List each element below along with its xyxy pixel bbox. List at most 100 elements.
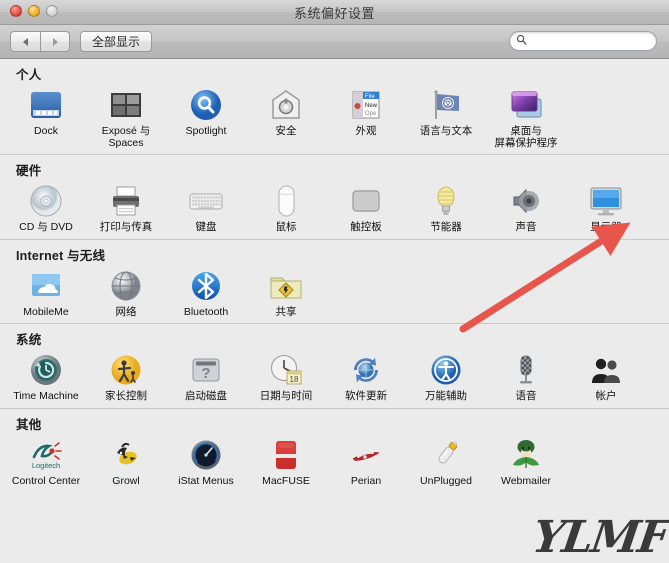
pref-pane-logitech-control-center[interactable]: Logitech Control Center: [6, 434, 86, 488]
pref-pane-sharing[interactable]: 共享: [246, 265, 326, 319]
pref-pane-keyboard[interactable]: 键盘: [166, 180, 246, 234]
pref-pane-label: 桌面与 屏幕保护程序: [486, 125, 566, 149]
pref-pane-webmailer[interactable]: Webmailer: [486, 434, 566, 488]
pref-pane-spotlight[interactable]: Spotlight: [166, 84, 246, 149]
svg-text:文: 文: [445, 99, 452, 108]
section-heading: Internet 与无线: [16, 248, 106, 263]
window-title: 系统偏好设置: [293, 6, 375, 21]
pref-pane-mouse[interactable]: 鼠标: [246, 180, 326, 234]
swiss-knife-icon: [348, 437, 384, 473]
svg-text:18: 18: [290, 375, 299, 384]
pref-pane-label: 打印与传真: [99, 221, 153, 233]
pref-pane-label: Time Machine: [13, 390, 79, 402]
pref-pane-displays[interactable]: 显示器: [566, 180, 646, 234]
toolbar: 全部显示: [0, 25, 669, 59]
pref-pane-perian[interactable]: Perian: [326, 434, 406, 488]
pref-pane-accounts[interactable]: 帐户: [566, 349, 646, 403]
display-icon: [588, 183, 624, 219]
pref-pane-bluetooth[interactable]: Bluetooth: [166, 265, 246, 319]
svg-text:File: File: [365, 94, 375, 100]
accessibility-icon: [428, 352, 464, 388]
pref-pane-network[interactable]: 网络: [86, 265, 166, 319]
pref-pane-sound[interactable]: 声音: [486, 180, 566, 234]
pref-pane-label: Bluetooth: [183, 305, 229, 318]
pref-pane-date-time[interactable]: 18 日期与时间: [246, 349, 326, 403]
pref-pane-software-update[interactable]: 软件更新: [326, 349, 406, 403]
pref-pane-label: 安全: [275, 125, 297, 137]
pref-pane-label: 启动磁盘: [185, 390, 227, 402]
search-input[interactable]: [531, 33, 641, 49]
pref-pane-label: Perian: [350, 474, 382, 487]
preferences-content: 个人 Dock Exposé 与 Spaces Spotlight 安全 File New Op…: [0, 59, 669, 562]
mouse-icon: [268, 183, 304, 219]
section-other: 其他 Logitech Control Center Growl iStat Menus…: [0, 407, 669, 493]
pref-pane-label: MacFUSE: [262, 474, 310, 487]
pref-pane-label: 帐户: [595, 390, 617, 402]
pref-pane-parental-controls[interactable]: 家长控制: [86, 349, 166, 403]
pref-pane-appearance[interactable]: File New Ope 外观: [326, 84, 406, 149]
microphone-icon: [508, 352, 544, 388]
pref-pane-label: 日期与时间: [259, 390, 313, 402]
spotlight-icon: [188, 87, 224, 123]
pref-pane-print-fax[interactable]: 打印与传真: [86, 180, 166, 234]
pref-pane-label: 节能器: [430, 221, 462, 233]
section-internet-wireless: Internet 与无线 MobileMe 网络 Bluetooth 共享: [0, 238, 669, 324]
accounts-icon: [588, 352, 624, 388]
section-grid: Dock Exposé 与 Spaces Spotlight 安全 File New Ope 外…: [0, 84, 669, 154]
speaker-icon: [508, 183, 544, 219]
search-area: [509, 31, 657, 51]
pref-pane-label: Control Center: [11, 474, 81, 487]
section-grid: Time Machine 家长控制? 启动磁盘 18 日期与时间 软件更新 万能辅助 语音 帐户: [0, 349, 669, 408]
pref-pane-expose-spaces[interactable]: Exposé 与 Spaces: [86, 84, 166, 149]
pref-pane-trackpad[interactable]: 触控板: [326, 180, 406, 234]
pref-pane-macfuse[interactable]: MacFUSE: [246, 434, 326, 488]
back-button[interactable]: [10, 31, 40, 52]
pref-pane-istat-menus[interactable]: iStat Menus: [166, 434, 246, 488]
pref-pane-label: UnPlugged: [420, 474, 472, 487]
pref-pane-language-text[interactable]: 文语言与文本: [406, 84, 486, 149]
pref-pane-growl[interactable]: Growl: [86, 434, 166, 488]
pref-pane-label: Dock: [34, 125, 58, 137]
pref-pane-mobileme[interactable]: MobileMe: [6, 265, 86, 319]
section-system: 系统 Time Machine 家长控制? 启动磁盘 18 日期与时间 软件更新 万能辅助 语音…: [0, 323, 669, 408]
pref-pane-time-machine[interactable]: Time Machine: [6, 349, 86, 403]
pref-pane-label: 显示器: [590, 221, 622, 233]
keyboard-icon: [188, 183, 224, 219]
pref-pane-dock[interactable]: Dock: [6, 84, 86, 149]
pref-pane-cd-dvd[interactable]: CD 与 DVD: [6, 180, 86, 234]
pref-pane-label: 共享: [275, 305, 297, 318]
section-personal: 个人 Dock Exposé 与 Spaces Spotlight 安全 File New Op…: [0, 59, 669, 154]
section-heading: 其他: [16, 417, 42, 432]
red-disk-icon: [268, 437, 304, 473]
ylmf-watermark: YLMF: [529, 512, 669, 563]
pref-pane-startup-disk[interactable]: ? 启动磁盘: [166, 349, 246, 403]
pref-pane-unplugged[interactable]: UnPlugged: [406, 434, 486, 488]
section-grid: CD 与 DVD 打印与传真 键盘 鼠标 触控板 节能器 声音 显示器: [0, 180, 669, 239]
security-icon: [268, 87, 304, 123]
chevron-right-icon: [52, 37, 58, 46]
pref-pane-label: 键盘: [195, 221, 217, 233]
growl-icon: [108, 437, 144, 473]
pref-pane-security[interactable]: 安全: [246, 84, 326, 149]
section-heading: 硬件: [16, 164, 42, 178]
pref-pane-energy-saver[interactable]: 节能器: [406, 180, 486, 234]
forward-button[interactable]: [40, 31, 70, 52]
section-hardware: 硬件 CD 与 DVD 打印与传真 键盘 鼠标 触控板 节能器 声音 显示器: [0, 154, 669, 239]
pref-pane-label: 软件更新: [345, 390, 387, 402]
search-icon: [516, 32, 527, 50]
pref-pane-label: Exposé 与 Spaces: [86, 125, 166, 149]
pref-pane-label: Webmailer: [501, 474, 551, 487]
pref-pane-universal-access[interactable]: 万能辅助: [406, 349, 486, 403]
pref-pane-label: 万能辅助: [425, 390, 467, 402]
pref-pane-label-line2: 屏幕保护程序: [494, 136, 558, 149]
section-grid: Logitech Control Center Growl iStat Menus Ma…: [0, 434, 669, 493]
system-preferences-window: 系统偏好设置 全部显示 个人 Dock Exposé 与 Spaces Spot…: [0, 0, 669, 563]
pref-pane-desktop-screensaver[interactable]: 桌面与 屏幕保护程序: [486, 84, 566, 149]
lightbulb-icon: [428, 183, 464, 219]
pref-pane-speech[interactable]: 语音: [486, 349, 566, 403]
printer-icon: [108, 183, 144, 219]
search-field[interactable]: [509, 31, 657, 51]
show-all-button[interactable]: 全部显示: [80, 31, 153, 52]
pref-pane-label: Growl: [112, 474, 140, 487]
navigation-buttons: [10, 31, 70, 52]
